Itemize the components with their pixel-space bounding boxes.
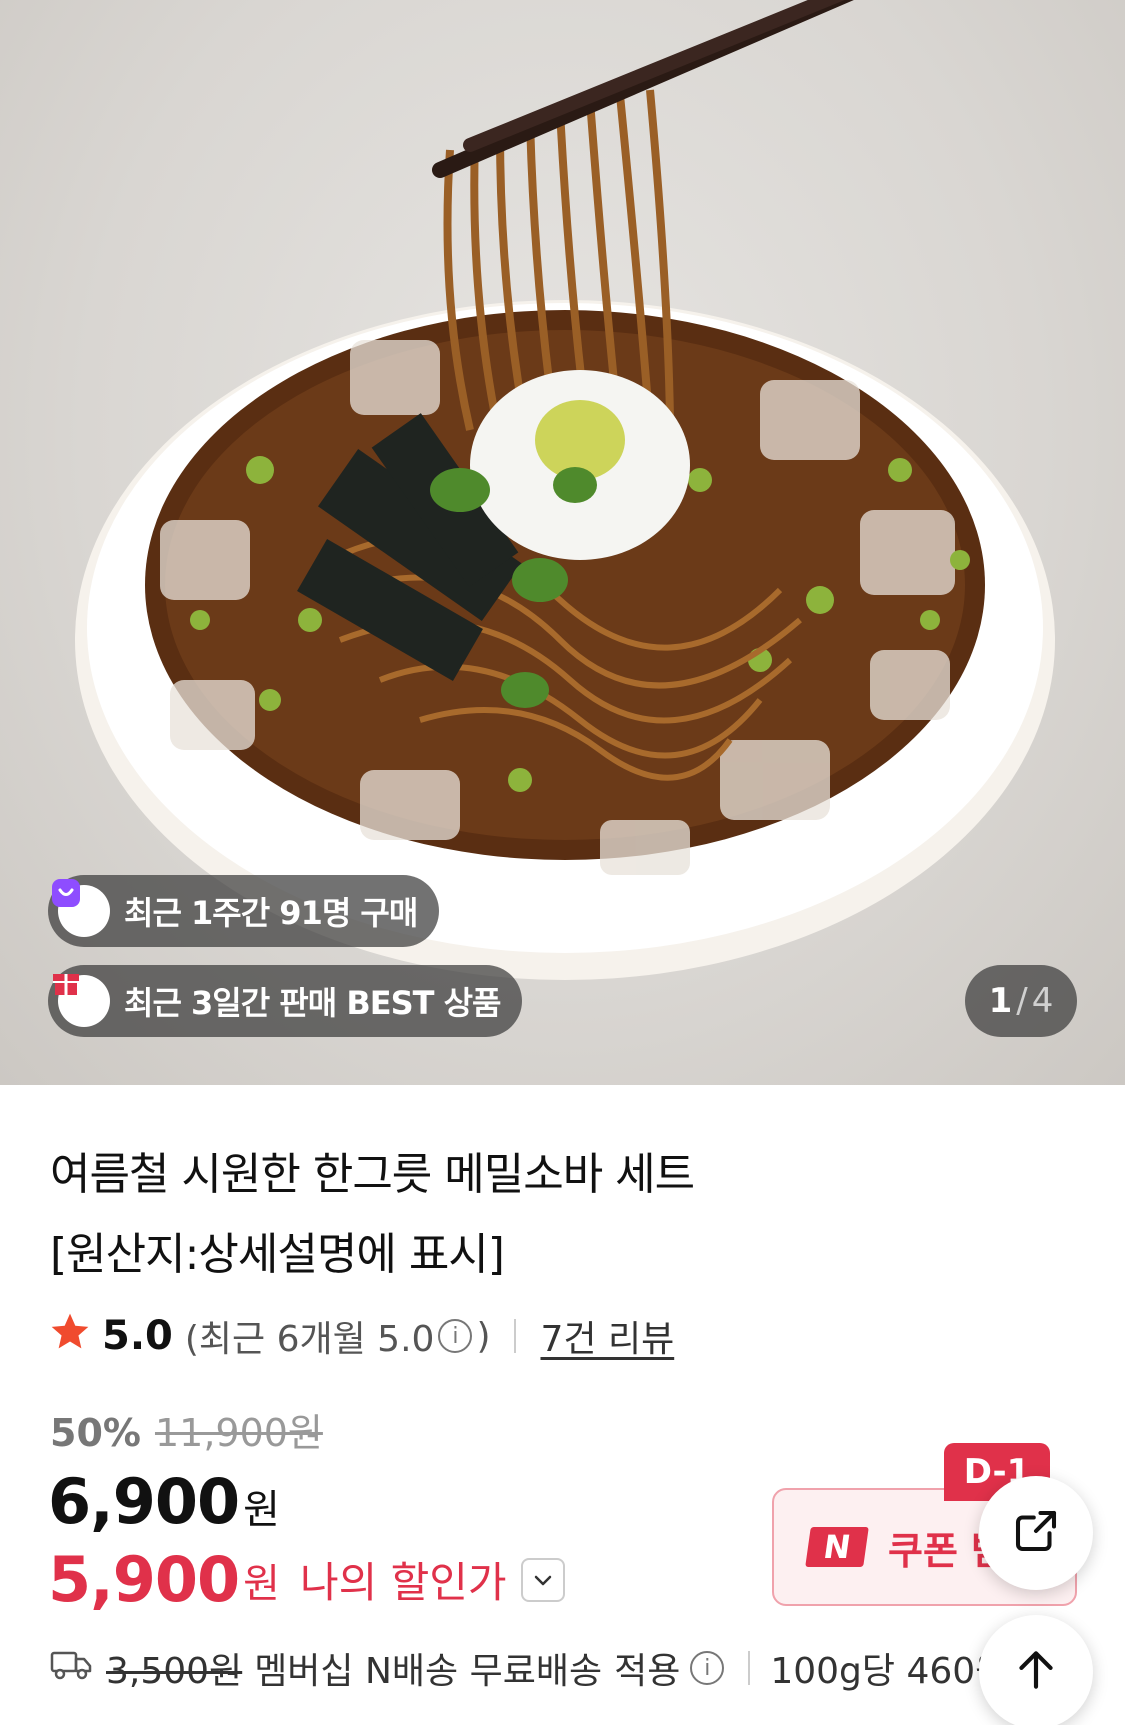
discount-row: 50% 11,900원	[50, 1402, 323, 1457]
recent-buyers-text: 최근 1주간 91명 구매	[124, 894, 418, 932]
product-title-line2: [원산지:상세설명에 표시]	[50, 1229, 505, 1280]
share-button[interactable]	[979, 1476, 1093, 1590]
star-icon	[48, 1310, 92, 1363]
arrow-up-icon	[1011, 1645, 1061, 1699]
shopping-bag-icon	[52, 879, 110, 937]
divider	[514, 1319, 517, 1353]
truck-icon	[50, 1648, 92, 1689]
shipping-text: 멤버십 N배송 무료배송	[254, 1651, 603, 1692]
image-counter-separator: /	[1016, 981, 1028, 1021]
chevron-down-icon[interactable]	[520, 1557, 565, 1602]
info-icon[interactable]: i	[438, 1319, 473, 1353]
divider	[748, 1651, 751, 1685]
rating-recent-close: )	[476, 1315, 491, 1357]
shipping-row: 3,500원 멤버십 N배송 무료배송 적용 i 100g당 460원	[50, 1640, 1008, 1696]
rating-recent: (최근 6개월 5.0	[184, 1319, 435, 1360]
my-price-label: 나의 할인가	[299, 1558, 507, 1607]
gift-box-icon	[53, 974, 110, 1027]
info-icon[interactable]: i	[690, 1651, 725, 1685]
image-counter-total: 4	[1031, 981, 1054, 1021]
sale-price-currency: 원	[243, 1487, 280, 1533]
rating-score: 5.0	[102, 1313, 173, 1359]
sale-price: 6,900	[48, 1465, 240, 1538]
my-price-row[interactable]: 5,900 원 나의 할인가	[48, 1543, 565, 1616]
product-image-carousel[interactable]: 최근 1주간 91명 구매 최근 3일간 판매 BEST 상품 1 / 4	[0, 0, 1125, 1085]
original-shipping-fee: 3,500원	[106, 1651, 243, 1692]
recent-buyers-badge: 최근 1주간 91명 구매	[48, 875, 440, 947]
sale-price-row: 6,900 원	[48, 1465, 280, 1538]
naver-n-logo: N	[805, 1527, 869, 1567]
rating-row: 5.0 (최근 6개월 5.0 i ) 7건 리뷰	[48, 1310, 674, 1362]
best-seller-text: 최근 3일간 판매 BEST 상품	[124, 984, 501, 1022]
original-price: 11,900원	[154, 1411, 323, 1455]
unit-price: 100g당 460원	[770, 1651, 1009, 1692]
my-price-currency: 원	[243, 1560, 280, 1607]
shipping-apply: 적용	[614, 1651, 681, 1692]
scroll-top-button[interactable]	[979, 1615, 1093, 1725]
discount-percent: 50%	[50, 1411, 141, 1455]
my-price: 5,900	[48, 1543, 240, 1616]
review-count-link[interactable]: 7건 리뷰	[540, 1310, 674, 1362]
share-icon	[1009, 1504, 1063, 1562]
product-title-line1: 여름철 시원한 한그릇 메밀소바 세트	[50, 1149, 695, 1200]
image-counter: 1 / 4	[965, 965, 1077, 1037]
product-title: 여름철 시원한 한그릇 메밀소바 세트 [원산지:상세설명에 표시]	[50, 1135, 810, 1295]
image-counter-current: 1	[988, 981, 1013, 1021]
best-seller-badge: 최근 3일간 판매 BEST 상품	[48, 965, 523, 1037]
